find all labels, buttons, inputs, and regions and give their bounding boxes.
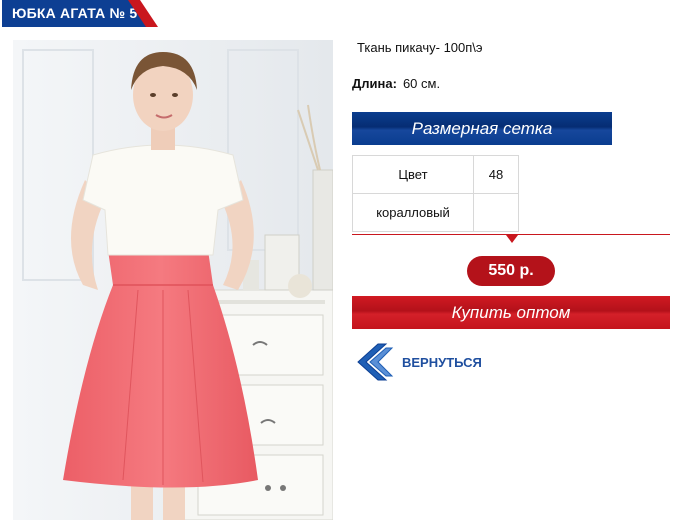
size-table: Цвет 48 коралловый [352,155,519,232]
divider-arrow-icon [506,235,518,243]
size-chart-button-label: Размерная сетка [411,119,553,138]
product-title-text: ЮБКА АГАТА № 5 [12,5,138,21]
buy-wholesale-button[interactable]: Купить оптом [352,296,670,329]
length-value: 60 см. [402,76,441,91]
table-row: Цвет 48 [352,155,519,194]
price-value: 550 р. [488,262,534,279]
size-chart-button[interactable]: Размерная сетка [352,112,612,145]
table-cell: Цвет [352,155,474,194]
back-link-label: ВЕРНУТЬСЯ [402,354,482,370]
product-photo [13,40,333,520]
price-badge: 550 р. [467,256,555,286]
back-link[interactable]: ВЕРНУТЬСЯ [352,340,492,384]
table-cell [473,193,519,232]
table-cell: 48 [473,155,519,194]
length-info: Длина: 60 см. [352,76,440,91]
table-cell: коралловый [352,193,474,232]
fabric-info: Ткань пикачу- 100п\э [357,40,483,55]
buy-button-label: Купить оптом [451,303,571,322]
product-photo-illustration [13,40,333,520]
length-label: Длина: [352,76,397,91]
table-row: коралловый [352,193,519,232]
double-chevron-left-icon [357,343,394,381]
